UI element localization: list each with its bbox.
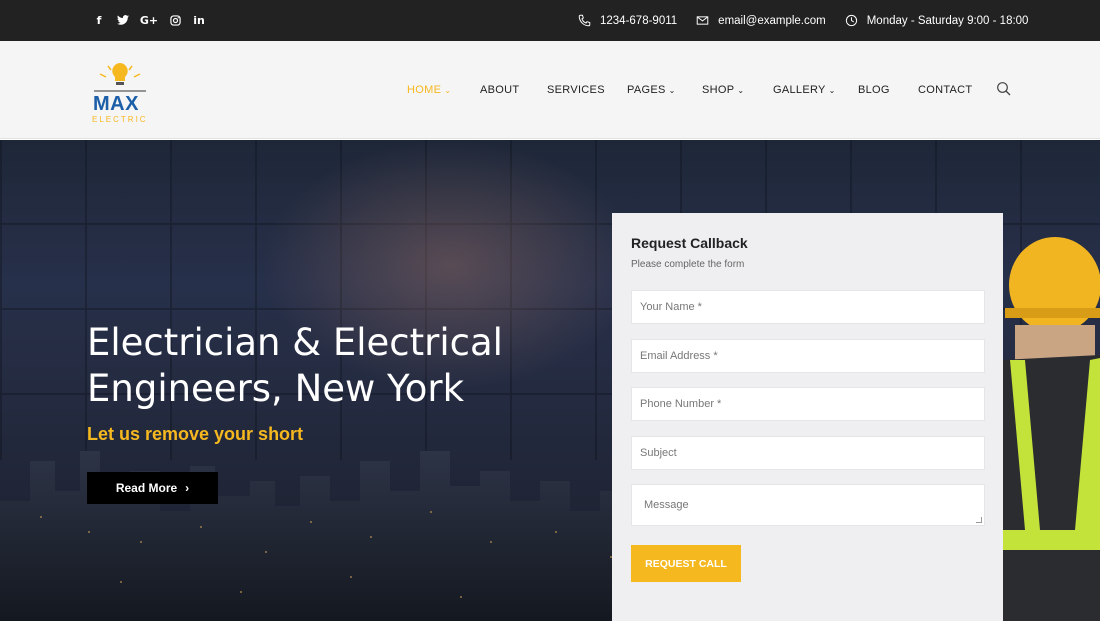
logo-tagline: ELECTRIC [92, 115, 148, 124]
top-bar: f G+ in 1234-678-9011 email@example.com … [0, 0, 1100, 41]
message-field[interactable]: Message [631, 484, 985, 526]
phone-number: 1234-678-9011 [600, 14, 678, 27]
twitter-icon[interactable] [116, 13, 130, 27]
subject-field[interactable]: Subject [631, 436, 985, 470]
nav-pages[interactable]: PAGES ⌄ [627, 84, 676, 96]
hours-info: Monday - Saturday 9:00 - 18:00 [845, 14, 1029, 27]
phone-icon [578, 14, 591, 27]
hero-title: Electrician & Electrical Engineers, New … [87, 321, 503, 410]
facebook-icon[interactable]: f [92, 13, 106, 27]
phone-contact[interactable]: 1234-678-9011 [578, 14, 677, 27]
lightbulb-icon [94, 63, 146, 92]
nav-about[interactable]: ABOUT [480, 84, 519, 96]
request-callback-form: Request Callback Please complete the for… [612, 213, 1003, 621]
contact-info: 1234-678-9011 email@example.com Monday -… [578, 0, 1047, 41]
nav-blog[interactable]: BLOG [858, 84, 890, 96]
envelope-icon [696, 16, 709, 25]
logo-name: MAX [93, 93, 139, 115]
form-title: Request Callback [631, 235, 748, 251]
chevron-right-icon: › [185, 481, 190, 495]
resize-handle[interactable] [976, 517, 982, 523]
site-header: MAX ELECTRIC HOME ⌄ ABOUT SERVICES PAGES ⌄… [0, 41, 1100, 139]
nav-gallery[interactable]: GALLERY ⌄ [773, 84, 836, 96]
chevron-down-icon: ⌄ [444, 86, 452, 95]
social-links: f G+ in [92, 13, 206, 27]
instagram-icon[interactable] [168, 13, 182, 27]
hero-subtitle: Let us remove your short [87, 424, 304, 444]
email-field[interactable]: Email Address * [631, 339, 985, 373]
nav-shop[interactable]: SHOP ⌄ [702, 84, 744, 96]
linkedin-icon[interactable]: in [192, 13, 206, 27]
business-hours: Monday - Saturday 9:00 - 18:00 [866, 14, 1029, 27]
nav-home[interactable]: HOME ⌄ [407, 84, 451, 96]
name-field[interactable]: Your Name * [631, 290, 985, 324]
chevron-down-icon: ⌄ [737, 86, 745, 95]
phone-field[interactable]: Phone Number * [631, 387, 985, 421]
worker-image [1000, 237, 1100, 621]
chevron-down-icon: ⌄ [828, 86, 836, 95]
read-more-button[interactable]: Read More › [87, 472, 218, 504]
chevron-down-icon: ⌄ [668, 86, 676, 95]
email-contact[interactable]: email@example.com [696, 14, 826, 27]
site-logo[interactable]: MAX ELECTRIC [90, 61, 150, 125]
email-address: email@example.com [718, 14, 826, 27]
nav-contact[interactable]: CONTACT [918, 84, 972, 96]
form-subtitle: Please complete the form [631, 259, 745, 270]
request-call-button[interactable]: REQUEST CALL [631, 545, 741, 582]
nav-services[interactable]: SERVICES [547, 84, 605, 96]
search-icon[interactable] [996, 81, 1012, 97]
clock-icon [845, 14, 857, 27]
google-plus-icon[interactable]: G+ [140, 13, 158, 27]
